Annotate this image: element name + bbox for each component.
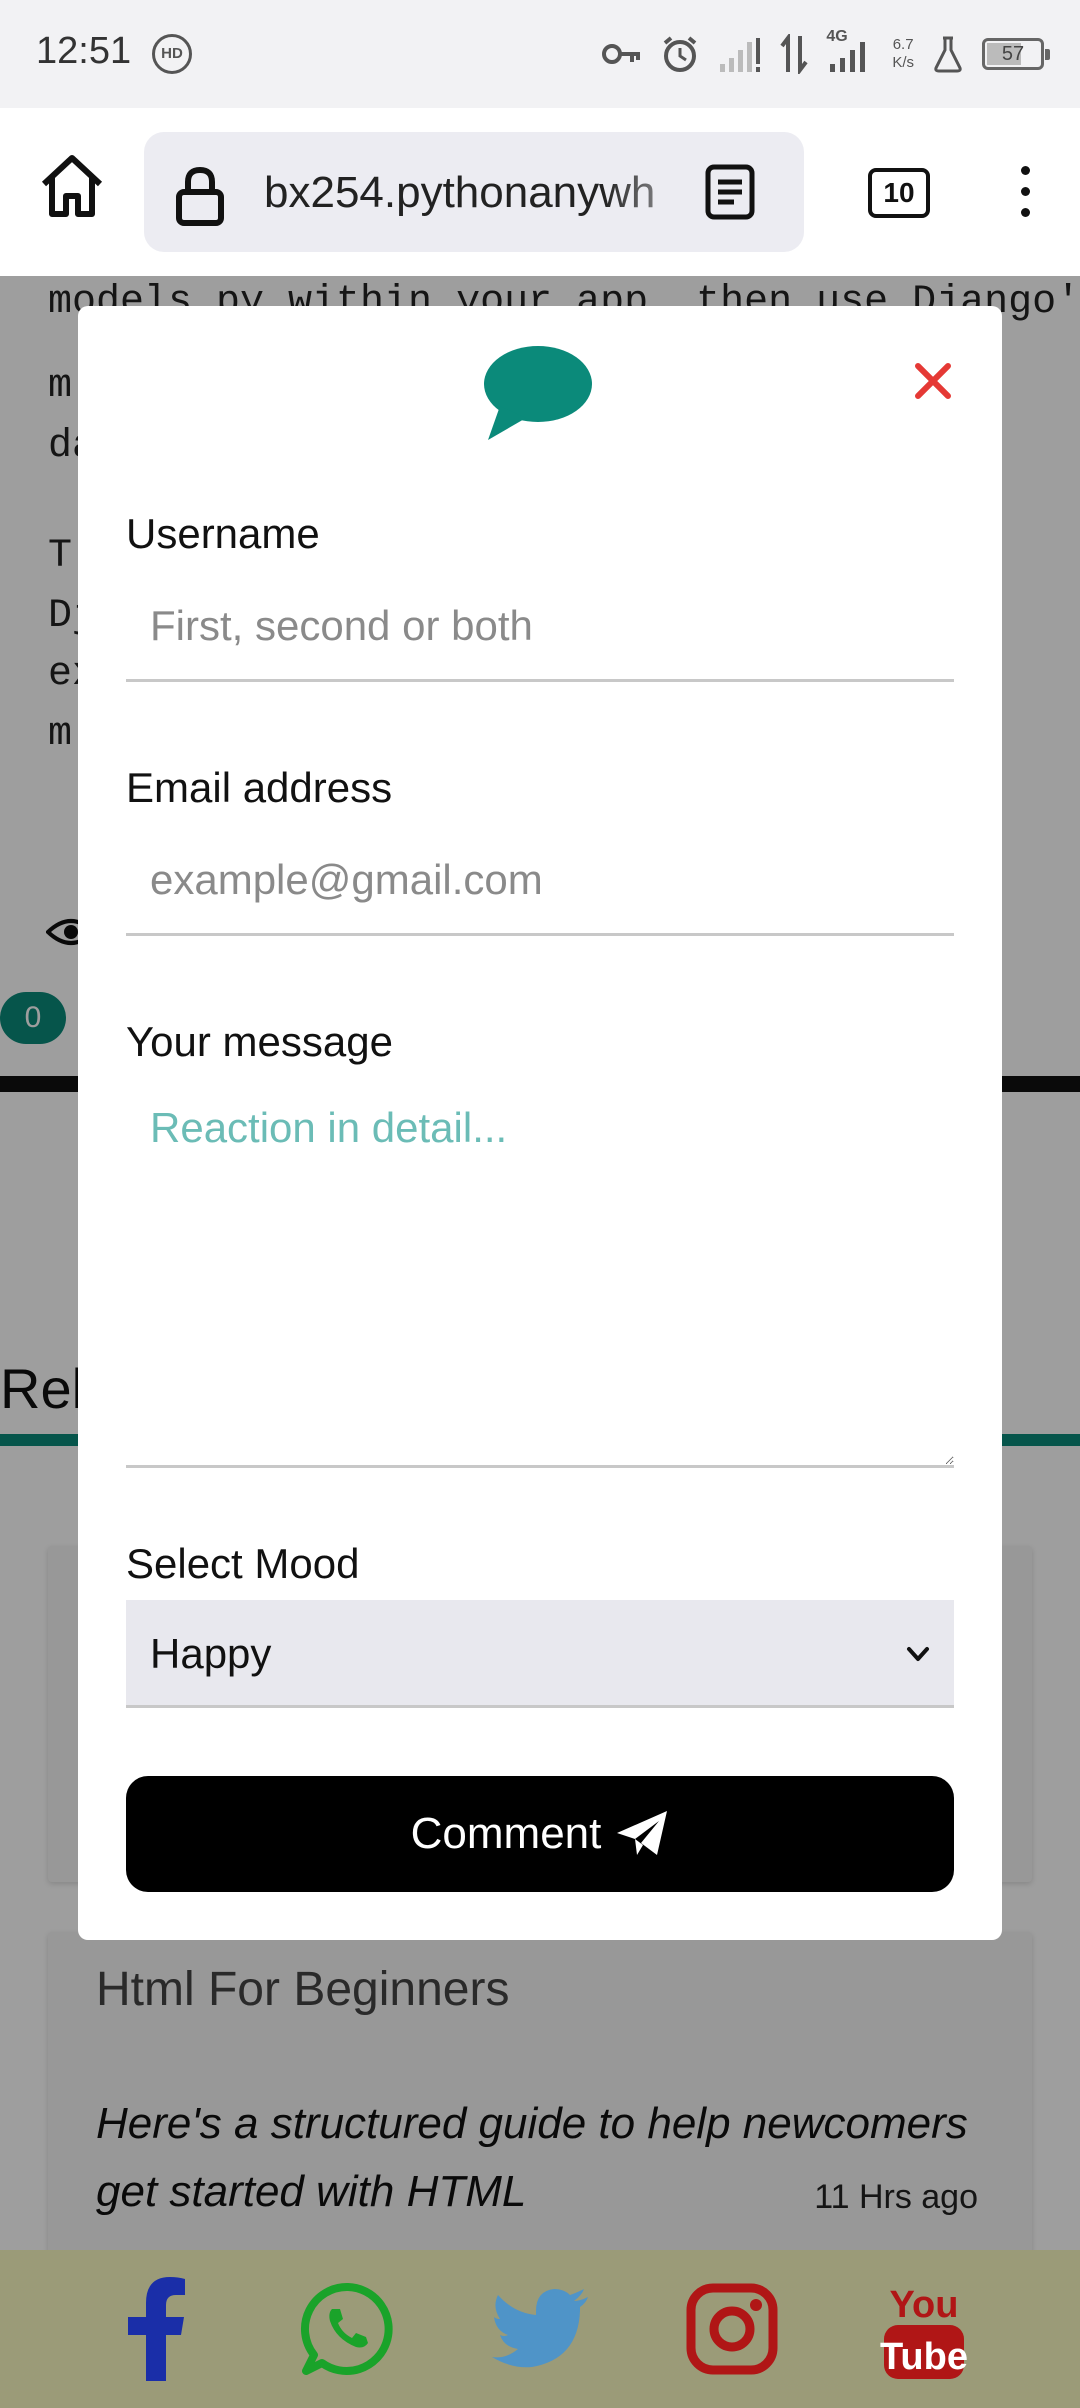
svg-text:You: You [890, 2284, 959, 2326]
battery-level: 57 [1001, 43, 1025, 65]
username-label: Username [126, 510, 320, 557]
lock-icon[interactable] [174, 166, 226, 226]
net-speed-value: 6.7 [892, 36, 914, 53]
email-label: Email address [126, 764, 393, 811]
message-textarea[interactable] [126, 1080, 954, 1468]
mood-select[interactable]: Happy [126, 1600, 954, 1708]
send-icon [617, 1811, 668, 1855]
reader-mode-icon[interactable] [704, 164, 756, 220]
address-bar[interactable]: bx254.pythonanywh [144, 132, 804, 252]
mood-selected-value: Happy [150, 1630, 272, 1677]
status-time: 12:51 [36, 30, 132, 72]
chat-bubble-icon [484, 346, 592, 440]
comment-modal: Username Email address Your message Sele… [78, 306, 1002, 1940]
whatsapp-icon[interactable] [298, 2274, 398, 2384]
home-icon[interactable] [36, 150, 108, 222]
signal-bars-icon [830, 42, 866, 72]
hd-icon: HD [152, 34, 192, 74]
net-speed: 6.7 K/s [892, 36, 914, 72]
email-input[interactable] [126, 826, 954, 936]
chevron-down-icon [907, 1647, 929, 1661]
vpn-key-icon [602, 44, 641, 64]
flask-icon [934, 36, 962, 73]
facebook-icon[interactable] [106, 2274, 206, 2384]
message-label: Your message [126, 1018, 393, 1065]
overflow-menu-icon[interactable] [1010, 166, 1040, 226]
net-speed-unit: K/s [892, 54, 914, 71]
tab-switcher-button[interactable]: 10 [868, 168, 930, 218]
mood-label: Select Mood [126, 1540, 360, 1587]
username-input[interactable] [126, 572, 954, 682]
battery-icon: 57 [982, 38, 1050, 70]
submit-label: Comment [410, 1809, 602, 1858]
youtube-icon[interactable]: You Tube [874, 2274, 974, 2384]
status-icons: 4G 6.7 K/s 57 [602, 28, 1050, 80]
close-icon[interactable] [914, 362, 952, 400]
twitter-icon[interactable] [490, 2274, 590, 2384]
svg-text:Tube: Tube [880, 2336, 968, 2378]
signal-strength-icon [720, 38, 761, 72]
instagram-icon[interactable] [682, 2274, 782, 2384]
network-4g-signal: 4G [826, 28, 874, 74]
status-bar: 12:51 HD 4G 6.7 K/s 57 [0, 0, 1080, 108]
alarm-icon [664, 36, 697, 72]
comment-submit-button[interactable]: Comment [126, 1776, 954, 1892]
data-transfer-icon [780, 34, 808, 74]
browser-toolbar: bx254.pythonanywh 10 [0, 108, 1080, 276]
social-bar: You Tube [0, 2250, 1080, 2408]
